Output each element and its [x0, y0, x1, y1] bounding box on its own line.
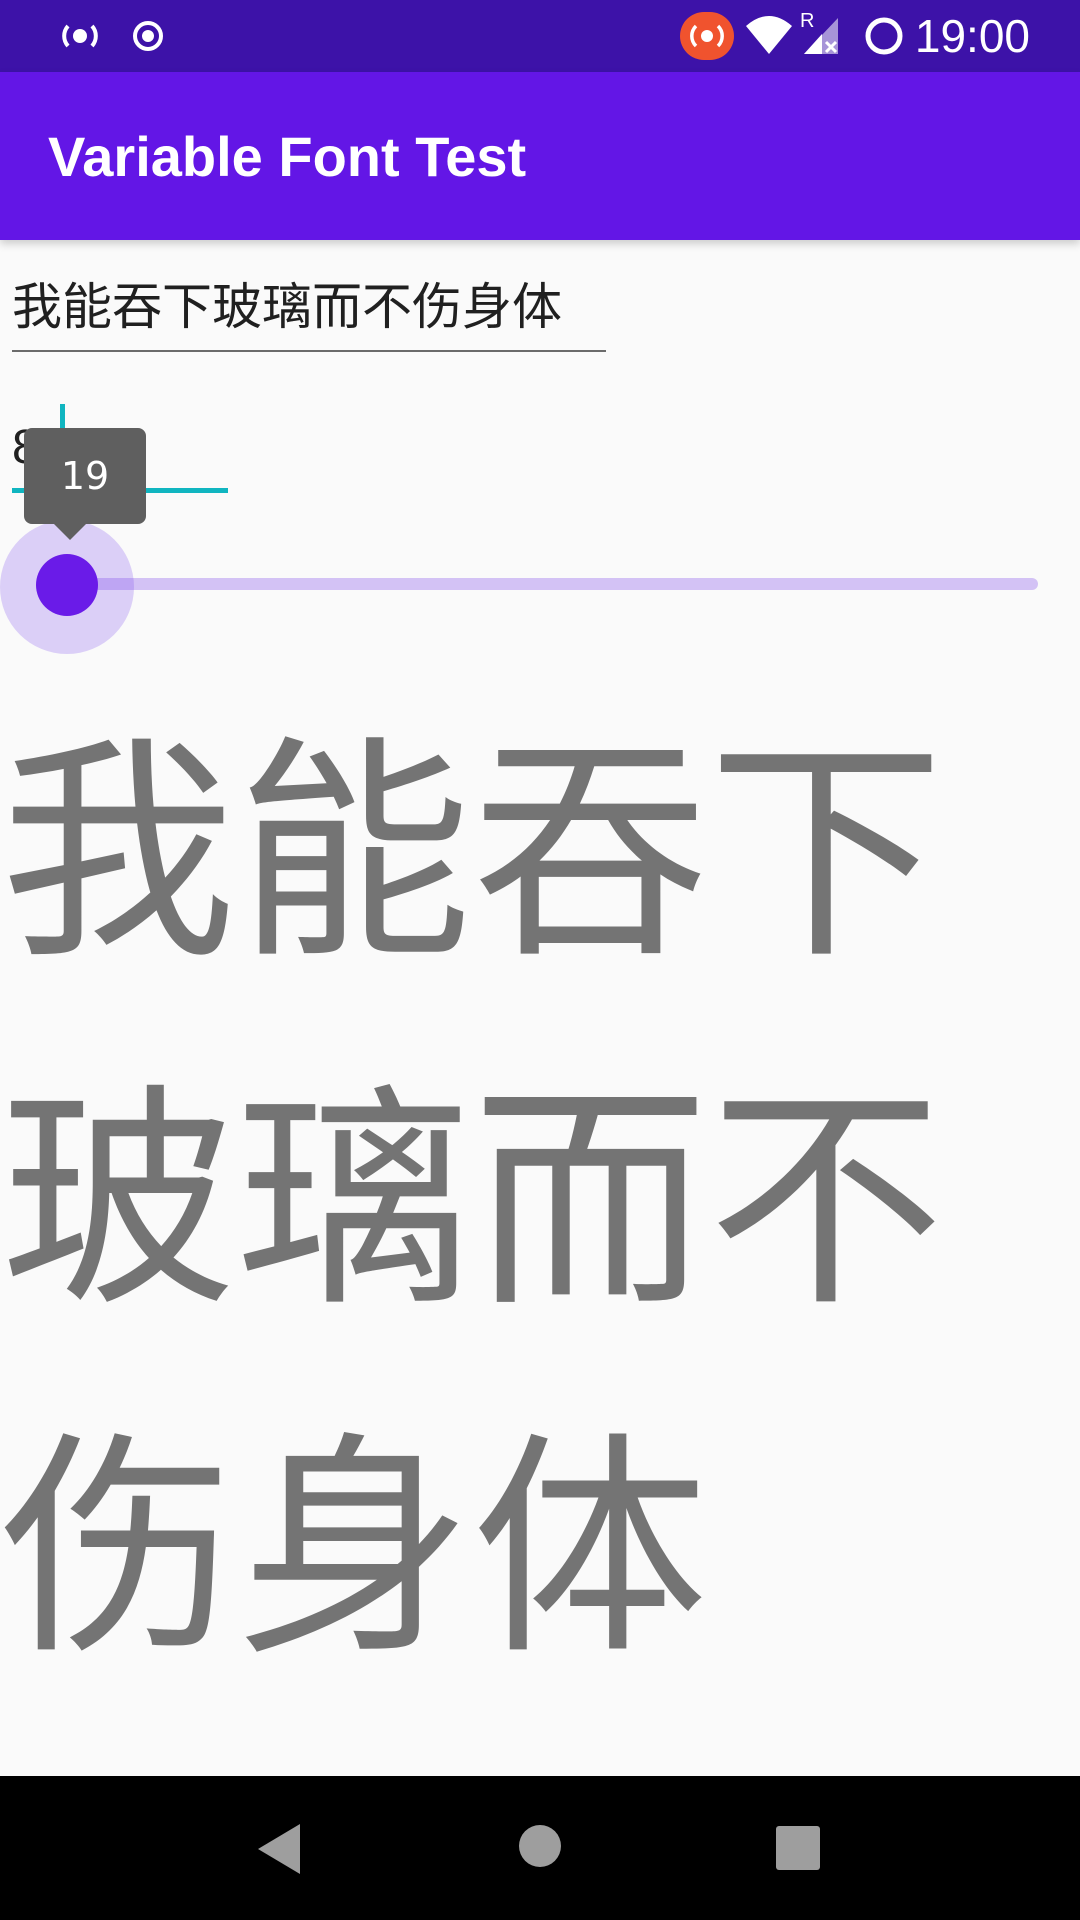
slider-thumb[interactable]	[36, 554, 98, 616]
wifi-icon	[744, 14, 794, 62]
cast-icon	[680, 12, 734, 64]
slider-value-tooltip: 19	[24, 428, 146, 524]
status-time: 19:00	[914, 10, 1030, 62]
target-icon	[126, 14, 170, 62]
weight-slider[interactable]	[66, 578, 1038, 590]
radio-icon	[58, 14, 102, 62]
status-bar: R 19:00	[0, 0, 1080, 72]
signal-icon	[802, 14, 842, 62]
battery-icon	[862, 14, 906, 62]
screen: R 19:00 Variable Font Test 我能吞下玻璃而不伤身体 8…	[0, 0, 1080, 1920]
tooltip-arrow	[54, 524, 86, 540]
app-title: Variable Font Test	[48, 125, 527, 188]
back-icon[interactable]	[254, 1822, 304, 1880]
font-preview-text: 我能吞下玻璃而不伤身体	[0, 716, 945, 1687]
app-bar: Variable Font Test	[0, 72, 1080, 240]
navigation-bar	[0, 1776, 1080, 1920]
sample-text-input[interactable]: 我能吞下玻璃而不伤身体	[12, 268, 606, 352]
slider-track[interactable]	[66, 578, 1038, 590]
recents-icon[interactable]	[776, 1826, 820, 1874]
home-icon[interactable]	[518, 1824, 562, 1872]
